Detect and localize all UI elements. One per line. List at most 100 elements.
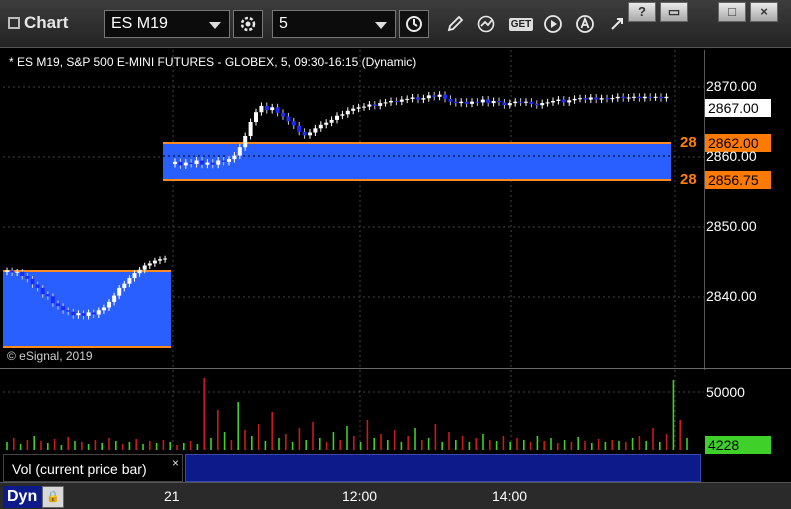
alert-a-icon <box>576 15 594 33</box>
candle-body <box>66 310 71 312</box>
candle-body <box>152 260 157 264</box>
candle-body <box>158 259 162 261</box>
candle-body <box>567 100 572 103</box>
candle-body <box>534 103 539 106</box>
alerts-button[interactable] <box>570 10 600 38</box>
candle-body <box>426 95 431 99</box>
candle-body <box>594 97 599 100</box>
candle-body <box>189 162 194 164</box>
chevron-down-icon <box>375 22 387 29</box>
candle-body <box>615 96 620 99</box>
candle-body <box>210 162 215 165</box>
studies-button[interactable] <box>472 10 502 38</box>
restore-button[interactable]: ▭ <box>660 2 688 22</box>
candle-body <box>50 296 55 304</box>
candle-body <box>378 103 383 106</box>
candle-body <box>264 105 269 111</box>
candle-body <box>286 116 291 122</box>
candle-body <box>389 101 393 103</box>
study-chart-icon <box>477 15 495 33</box>
candle-body <box>399 99 404 102</box>
price-tick: 2870.00 <box>706 78 757 94</box>
candle-body <box>216 160 221 165</box>
get-data-button[interactable]: GET <box>506 10 536 38</box>
candle-body <box>194 160 199 164</box>
candle-body <box>540 103 545 106</box>
draw-tool-button[interactable] <box>440 10 470 38</box>
lock-button[interactable]: 🔒 <box>42 486 64 508</box>
candle-body <box>416 97 420 100</box>
zone-lower-edge-marker: 28 <box>680 171 697 188</box>
close-button[interactable]: × <box>750 2 778 22</box>
candle-body <box>248 122 253 136</box>
candle-body <box>221 160 226 162</box>
candle-body <box>302 131 307 136</box>
candle-body <box>524 101 528 103</box>
pencil-icon <box>447 15 464 32</box>
candle-body <box>107 301 111 308</box>
candle-body <box>583 98 588 100</box>
candle-body <box>291 121 296 126</box>
candle-body <box>329 119 334 123</box>
candle-body <box>101 307 106 311</box>
candle-body <box>421 98 426 100</box>
candle-body <box>147 263 152 266</box>
interval-clock-button[interactable] <box>399 10 429 38</box>
candle-body <box>345 110 350 115</box>
price-tick: 2860.00 <box>706 148 757 164</box>
candle-body <box>432 95 437 97</box>
title-bar: Chart ES M19 5 GET ? ▭ □ × <box>0 0 791 48</box>
gear-icon <box>240 16 256 32</box>
candle-body <box>281 112 285 117</box>
play-button[interactable] <box>538 10 568 38</box>
candle-body <box>76 313 81 316</box>
candle-body <box>659 96 663 99</box>
price-axis[interactable]: 2870.00 2867.00 2862.00 2860.00 2856.75 … <box>704 50 791 368</box>
candle-body <box>637 96 642 99</box>
candle-body <box>578 98 582 100</box>
candle-body <box>137 269 142 274</box>
price-tick: 2840.00 <box>706 288 757 304</box>
candle-body <box>464 101 469 104</box>
maximize-button[interactable]: □ <box>718 2 746 22</box>
candle-body <box>551 101 555 103</box>
candle-body <box>308 132 312 136</box>
candle-body <box>200 160 204 165</box>
get-icon: GET <box>508 17 534 31</box>
candle-body <box>122 283 127 288</box>
candle-body <box>621 96 626 99</box>
candle-body <box>394 101 399 102</box>
price-chart-canvas[interactable] <box>3 50 704 368</box>
symbol-settings-button[interactable] <box>233 10 263 38</box>
candle-body <box>599 98 604 100</box>
candle-body <box>545 102 550 104</box>
lock-icon: 🔒 <box>46 491 60 503</box>
candle-body <box>648 96 653 98</box>
candle-body <box>275 107 280 113</box>
help-button[interactable]: ? <box>628 2 656 22</box>
candle-body <box>232 155 237 160</box>
candle-body <box>270 107 275 111</box>
volume-chart-canvas[interactable] <box>3 370 704 450</box>
candle-body <box>163 258 168 260</box>
pane-divider[interactable] <box>0 368 791 369</box>
candle-body <box>30 278 35 285</box>
volume-pane[interactable] <box>3 370 704 450</box>
volume-study-close-button[interactable]: × <box>172 456 179 470</box>
candle-body <box>610 98 615 100</box>
symbol-combobox[interactable]: ES M19 <box>104 10 230 38</box>
candle-body <box>459 101 464 104</box>
candle-body <box>243 136 248 148</box>
candle-body <box>453 101 458 104</box>
candle-body <box>81 313 86 316</box>
zone-upper-edge-marker: 28 <box>680 134 697 151</box>
candle-body <box>372 104 377 106</box>
support-zone-left <box>3 271 171 347</box>
dynamic-tab[interactable]: Dyn <box>3 486 42 508</box>
candle-body <box>529 101 534 104</box>
time-tick: 12:00 <box>342 488 378 504</box>
interval-combobox[interactable]: 5 <box>272 10 396 38</box>
price-chart-pane[interactable]: * ES M19, S&P 500 E-MINI FUTURES - GLOBE… <box>3 50 704 368</box>
candle-body <box>127 278 132 284</box>
candle-body <box>642 96 647 99</box>
